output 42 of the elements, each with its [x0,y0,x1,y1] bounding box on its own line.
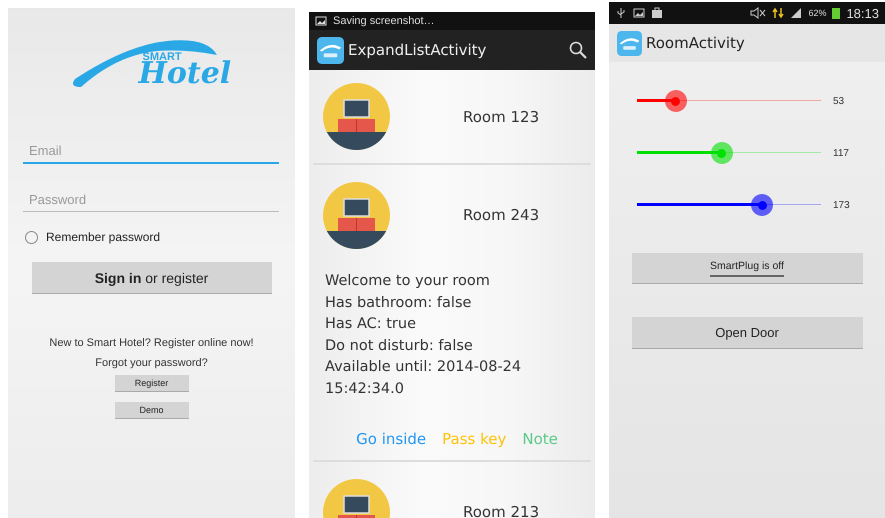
slider-value: 173 [833,200,850,210]
bag-icon [651,7,663,19]
signal-icon [790,7,802,19]
color-slider[interactable] [637,141,821,165]
clock-time: 18:13 [846,6,879,20]
smartplug-toggle[interactable]: SmartPlug is off [632,253,862,284]
search-icon[interactable] [569,41,587,59]
battery-percent: 62% [808,8,826,18]
room-detail-text: Do not disturb: false [325,336,474,356]
remember-label: Remember password [46,230,160,244]
screen-title: ExpandListActivity [348,41,488,59]
secondary-button[interactable]: Demo [114,402,188,419]
room-detail-text: Available until: 2014-08-24 15:42:34.0 [325,358,522,398]
slider-value: 53 [833,96,844,106]
room-row[interactable]: Room 123 [309,70,595,163]
password-field[interactable]: Password [23,188,279,212]
usb-icon [615,7,627,19]
room-detail-text: Has bathroom: false [325,294,472,312]
color-slider[interactable] [637,89,821,113]
image-icon [315,15,327,27]
slider-value: 117 [833,148,849,158]
app-logo-icon [317,36,344,64]
email-field[interactable]: Email [23,139,279,164]
room-detail-text: Welcome to your room [325,272,491,291]
mute-icon [750,7,766,19]
network-icon [772,7,784,19]
forgot-password-text: Forgot your password? [94,357,209,369]
status-text: Saving screenshot… [333,15,434,27]
app-logo-icon [617,30,642,56]
remember-radio[interactable] [25,230,38,244]
open-door-button[interactable]: Open Door [632,317,862,349]
color-slider[interactable] [637,193,821,217]
room-detail-text: Has AC: true [325,315,417,334]
screen-title: RoomActivity [646,34,746,52]
room-row[interactable]: Room 243 [309,165,595,265]
register-prompt: New to Smart Hotel? Register online now! [48,337,255,349]
image-icon [633,7,645,19]
secondary-button[interactable]: Register [114,375,188,392]
logo-text: Hotel [138,59,232,89]
sign-in-button[interactable]: Sign in or register [32,262,272,294]
battery-icon [832,7,840,19]
room-row[interactable]: Room 213 [309,462,595,518]
